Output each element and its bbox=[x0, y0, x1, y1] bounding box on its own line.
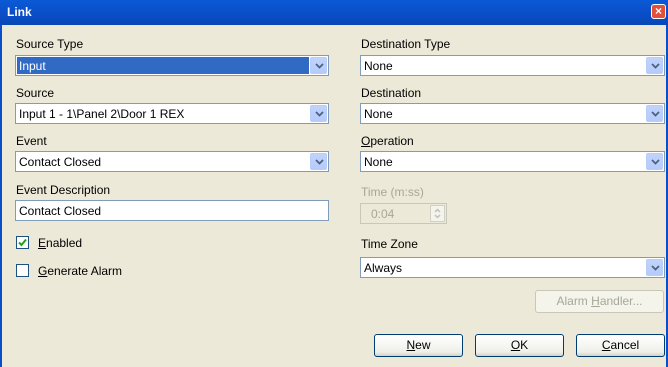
source-type-label: Source Type bbox=[16, 37, 84, 51]
event-description-value: Contact Closed bbox=[19, 204, 102, 218]
operation-value: None bbox=[364, 155, 393, 169]
dropdown-arrow-button[interactable] bbox=[310, 105, 327, 122]
chevron-down-icon bbox=[315, 159, 324, 165]
time-zone-value: Always bbox=[364, 261, 403, 275]
time-zone-label: Time Zone bbox=[361, 237, 418, 251]
time-value: 0:04 bbox=[371, 207, 395, 221]
dropdown-arrow-button[interactable] bbox=[646, 57, 663, 74]
generate-alarm-checkbox[interactable] bbox=[16, 264, 29, 277]
source-type-select[interactable]: Input bbox=[15, 55, 329, 76]
dropdown-arrow-button[interactable] bbox=[310, 153, 327, 170]
chevron-down-icon bbox=[651, 159, 660, 165]
window-title: Link bbox=[7, 5, 32, 19]
new-button[interactable]: New bbox=[374, 334, 463, 357]
time-label: Time (m:ss) bbox=[361, 185, 424, 199]
source-label: Source bbox=[16, 86, 55, 100]
source-type-value: Input bbox=[17, 57, 309, 74]
chevron-down-icon bbox=[651, 111, 660, 117]
checkmark-icon bbox=[18, 238, 27, 247]
chevron-down-icon bbox=[651, 63, 660, 69]
spin-buttons[interactable] bbox=[430, 205, 445, 222]
chevron-down-icon bbox=[315, 111, 324, 117]
dropdown-arrow-button[interactable] bbox=[646, 153, 663, 170]
dropdown-arrow-button[interactable] bbox=[646, 105, 663, 122]
spin-arrows-icon bbox=[434, 208, 441, 219]
chevron-down-icon bbox=[651, 265, 660, 271]
source-select[interactable]: Input 1 - 1\Panel 2\Door 1 REX bbox=[15, 103, 329, 124]
destination-type-select[interactable]: None bbox=[360, 55, 665, 76]
ok-button[interactable]: OK bbox=[475, 334, 564, 357]
operation-label: Operation bbox=[361, 134, 414, 148]
destination-label: Destination bbox=[361, 86, 422, 100]
chevron-down-icon bbox=[315, 63, 324, 69]
cancel-button[interactable]: Cancel bbox=[576, 334, 665, 357]
generate-alarm-label[interactable]: Generate Alarm bbox=[38, 264, 122, 278]
source-value: Input 1 - 1\Panel 2\Door 1 REX bbox=[19, 107, 185, 121]
time-zone-select[interactable]: Always bbox=[360, 257, 665, 278]
dropdown-arrow-button[interactable] bbox=[646, 259, 663, 276]
dropdown-arrow-button[interactable] bbox=[310, 57, 327, 74]
event-select[interactable]: Contact Closed bbox=[15, 151, 329, 172]
event-value: Contact Closed bbox=[19, 155, 102, 169]
close-icon: × bbox=[654, 4, 662, 18]
destination-value: None bbox=[364, 107, 393, 121]
destination-type-label: Destination Type bbox=[361, 37, 451, 51]
enabled-label[interactable]: Enabled bbox=[38, 236, 82, 250]
alarm-handler-button[interactable]: Alarm Handler... bbox=[535, 290, 664, 313]
destination-type-value: None bbox=[364, 59, 393, 73]
event-description-input[interactable]: Contact Closed bbox=[15, 200, 329, 221]
enabled-checkbox[interactable] bbox=[16, 236, 29, 249]
event-description-label: Event Description bbox=[16, 183, 111, 197]
close-button[interactable]: × bbox=[651, 4, 666, 19]
destination-select[interactable]: None bbox=[360, 103, 665, 124]
operation-select[interactable]: None bbox=[360, 151, 665, 172]
title-bar: Link × bbox=[0, 0, 668, 25]
event-label: Event bbox=[16, 134, 47, 148]
time-spinbox[interactable]: 0:04 bbox=[360, 203, 447, 224]
